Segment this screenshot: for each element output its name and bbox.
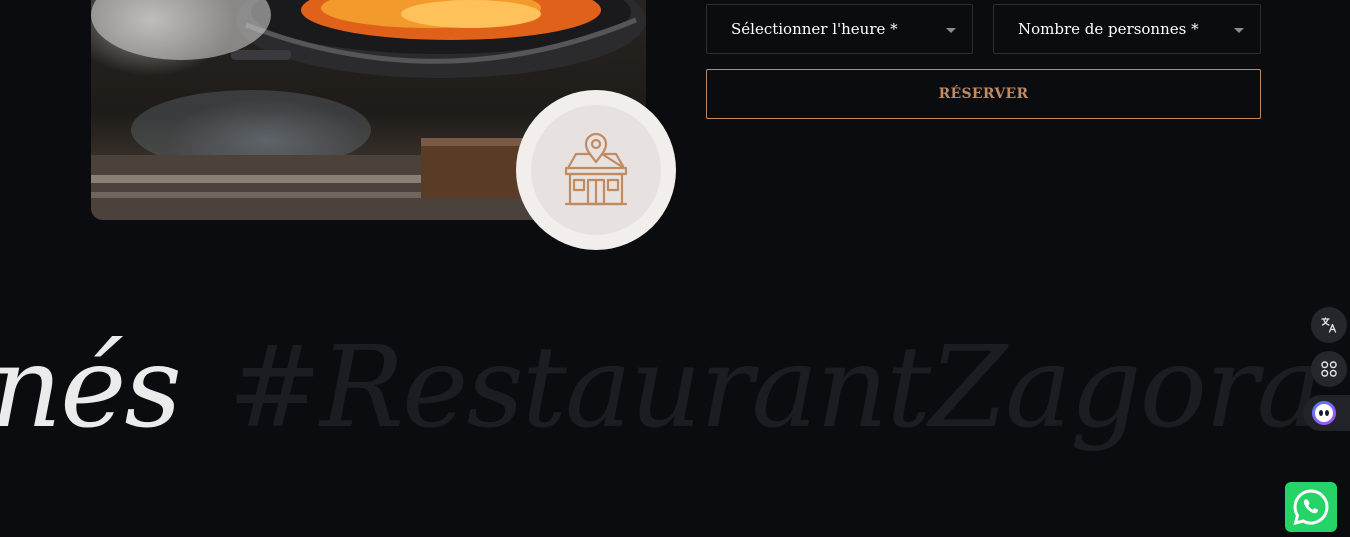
chevron-down-icon [946, 28, 956, 33]
translate-button[interactable] [1311, 307, 1347, 343]
time-select[interactable]: Sélectionner l'heure * [706, 4, 973, 54]
time-select-value: Sélectionner l'heure * [731, 20, 898, 38]
marquee-fragment: nés [0, 323, 182, 453]
marquee-hashtag: #RestaurantZagora [228, 323, 1323, 453]
assistant-bot-icon [1312, 401, 1336, 425]
page: Sélectionner l'heure * Nombre de personn… [0, 0, 1350, 537]
location-badge [516, 90, 676, 250]
translate-icon [1321, 317, 1337, 333]
assistant-button[interactable] [1303, 395, 1350, 431]
whatsapp-icon [1293, 489, 1329, 526]
whatsapp-button[interactable] [1285, 482, 1337, 532]
restaurant-location-icon [564, 132, 628, 206]
reserve-button[interactable]: RÉSERVER [706, 69, 1261, 119]
apps-grid-icon [1321, 361, 1337, 377]
apps-button[interactable] [1311, 351, 1347, 387]
people-select-value: Nombre de personnes * [1018, 20, 1199, 38]
people-select[interactable]: Nombre de personnes * [993, 4, 1261, 54]
chevron-down-icon [1234, 28, 1244, 33]
location-badge-inner [531, 105, 661, 235]
